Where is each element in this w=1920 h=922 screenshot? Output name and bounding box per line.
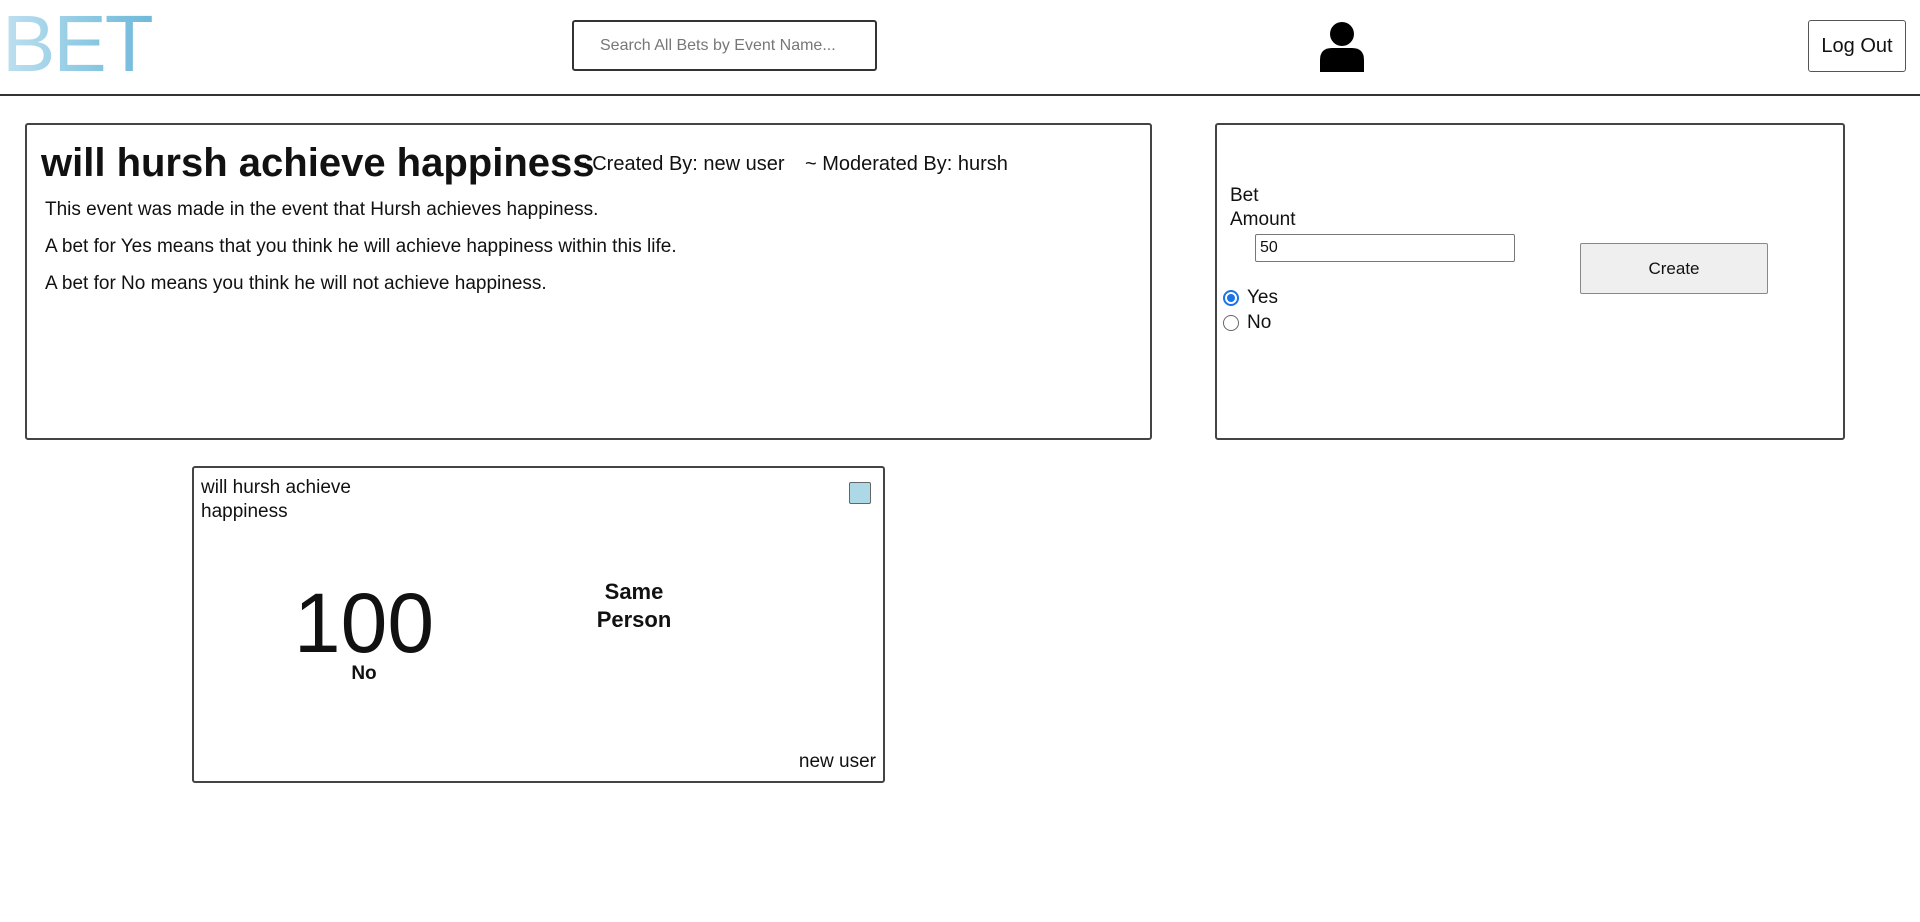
event-description-line: A bet for Yes means that you think he wi… [45,236,677,257]
bet-option-label: Yes [1247,287,1278,308]
bet-tile-checkbox[interactable] [849,482,871,504]
bet-option-no[interactable]: No [1223,312,1271,334]
radio-button-yes[interactable] [1223,290,1239,306]
bet-amount-label: Bet Amount [1230,185,1296,230]
bet-option-label: No [1247,312,1272,333]
event-description-line: This event was made in the event that Hu… [45,199,599,220]
create-bet-form: Bet Amount Yes No Create [1215,123,1845,440]
logout-button[interactable]: Log Out [1808,20,1906,72]
create-bet-button[interactable]: Create [1580,243,1768,294]
radio-button-no[interactable] [1223,315,1239,331]
logo[interactable]: BET [2,4,154,84]
bet-amount-input[interactable] [1255,234,1515,262]
bet-tile[interactable]: will hursh achieve happiness 100 No Same… [192,466,885,783]
bet-option-yes[interactable]: Yes [1223,287,1278,309]
event-moderated-by: ~ Moderated By: hursh [805,153,1008,175]
event-description-line: A bet for No means you think he will not… [45,273,547,294]
bet-tile-relation: Same Person [596,579,672,632]
user-profile-icon[interactable] [1318,20,1366,72]
search-input[interactable] [572,20,877,71]
bet-tile-owner: new user [798,751,876,772]
bet-tile-amount: 100 [293,576,435,670]
event-title: will hursh achieve happiness [41,141,595,185]
bet-tile-choice: No [351,663,377,684]
top-header: BET Log Out [0,0,1920,96]
event-details-card: will hursh achieve happiness ~ Created B… [25,123,1152,440]
event-created-by: ~ Created By: new user [575,153,785,175]
bet-tile-title: will hursh achieve happiness [201,477,351,522]
